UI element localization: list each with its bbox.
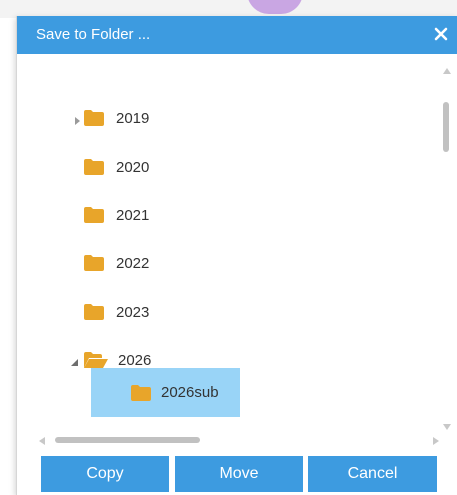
- horizontal-scroll-thumb[interactable]: [55, 437, 200, 443]
- expand-arrow-icon[interactable]: [73, 113, 83, 125]
- tree-node-2019[interactable]: 2019: [75, 102, 150, 134]
- cancel-button[interactable]: Cancel: [308, 456, 437, 492]
- save-to-folder-dialog: Save to Folder ... 2019 2020 2021 2022 2…: [16, 16, 457, 495]
- tree-node-label: 2020: [116, 158, 150, 176]
- move-button[interactable]: Move: [175, 456, 303, 492]
- tree-node-2021[interactable]: 2021: [84, 199, 149, 231]
- tree-node-label: 2023: [116, 303, 150, 321]
- dialog-title: Save to Folder ...: [36, 26, 151, 43]
- folder-icon: [84, 255, 104, 271]
- folder-icon: [131, 384, 151, 401]
- folder-icon: [84, 159, 104, 175]
- tree-node-label: 2026sub: [161, 384, 219, 401]
- folder-icon: [84, 304, 104, 320]
- scroll-right-arrow-icon[interactable]: [433, 437, 439, 445]
- scroll-left-arrow-icon[interactable]: [39, 437, 45, 445]
- close-icon[interactable]: [430, 23, 452, 45]
- copy-button[interactable]: Copy: [41, 456, 169, 492]
- dialog-titlebar: Save to Folder ...: [17, 16, 457, 54]
- vertical-scrollbar[interactable]: [437, 66, 457, 438]
- tree-node-label: 2019: [116, 109, 150, 127]
- folder-tree: 2019 2020 2021 2022 2023 2026 2026sub: [24, 56, 452, 438]
- collapse-arrow-icon[interactable]: [70, 355, 80, 366]
- horizontal-scrollbar[interactable]: [39, 432, 439, 448]
- tree-node-label: 2026: [118, 351, 152, 369]
- tree-node-label: 2022: [116, 254, 150, 272]
- vertical-scroll-thumb[interactable]: [443, 102, 449, 152]
- folder-icon: [84, 110, 104, 126]
- tree-node-2023[interactable]: 2023: [84, 296, 149, 328]
- folder-icon: [84, 207, 104, 223]
- tree-node-label: 2021: [116, 206, 150, 224]
- background-avatar: [247, 0, 303, 14]
- scroll-up-arrow-icon[interactable]: [443, 68, 451, 74]
- tree-node-2020[interactable]: 2020: [84, 151, 149, 183]
- tree-node-2022[interactable]: 2022: [84, 247, 149, 279]
- tree-node-2026sub[interactable]: 2026sub: [91, 368, 240, 417]
- scroll-down-arrow-icon[interactable]: [443, 424, 451, 430]
- folder-open-icon: [84, 352, 108, 368]
